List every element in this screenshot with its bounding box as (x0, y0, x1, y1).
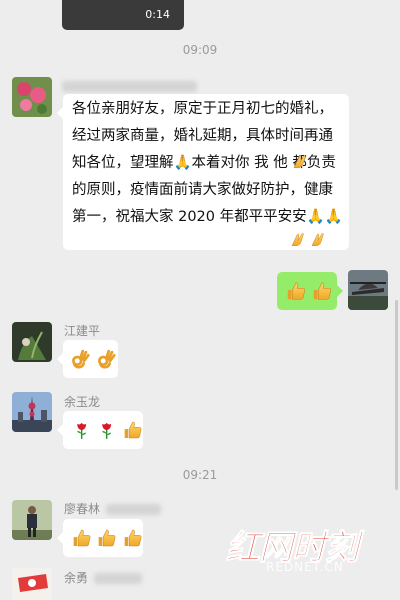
my-avatar[interactable] (348, 270, 388, 310)
thumbs-up-icon (71, 527, 92, 549)
message-bubble[interactable]: 各位亲朋好友，原定于正月初七的婚礼，经过两家商量，婚礼延期，具体时间再通知各位，… (57, 94, 349, 250)
message-bubble[interactable] (57, 340, 118, 378)
watermark-url: REDNET.CN (266, 560, 344, 574)
rose-icon (71, 419, 92, 441)
sender-name: 余勇 (64, 569, 142, 586)
sender-name-text: 廖春林 (64, 502, 101, 516)
sender-name: 江建平 (64, 324, 101, 338)
own-message-bubble[interactable] (277, 272, 343, 310)
sender-name: 廖春林 (64, 500, 161, 517)
message-bubble[interactable] (57, 519, 143, 557)
pray-icon (289, 230, 307, 248)
timestamp: 09:09 (182, 43, 218, 57)
timestamp: 09:21 (182, 468, 218, 482)
avatar[interactable] (12, 500, 52, 540)
video-duration: 0:14 (145, 8, 170, 21)
thumbs-up-icon (96, 527, 117, 549)
thumbs-up-icon (311, 280, 333, 302)
avatar[interactable] (12, 77, 52, 117)
ok-hand-icon (69, 348, 91, 370)
sender-name-redacted (105, 504, 161, 515)
sender-name-text: 余勇 (64, 571, 89, 585)
thumbs-up-icon (285, 280, 307, 302)
message-bubble[interactable] (57, 411, 143, 449)
avatar[interactable] (12, 392, 52, 432)
pray-icon (309, 230, 327, 248)
sender-name-redacted (93, 573, 142, 584)
rose-icon (96, 419, 117, 441)
scrollbar[interactable] (395, 300, 398, 490)
ok-hand-icon (95, 348, 117, 370)
video-thumbnail[interactable]: 0:14 (62, 0, 184, 30)
sender-name: 余玉龙 (64, 395, 101, 409)
pray-icon (291, 152, 309, 170)
thumbs-up-icon (122, 419, 143, 441)
avatar[interactable] (12, 322, 52, 362)
sender-name-redacted (62, 76, 197, 95)
watermark-logo: 红网时刻 REDNET.CN (226, 520, 394, 588)
thumbs-up-icon (122, 527, 143, 549)
avatar[interactable] (12, 568, 52, 600)
